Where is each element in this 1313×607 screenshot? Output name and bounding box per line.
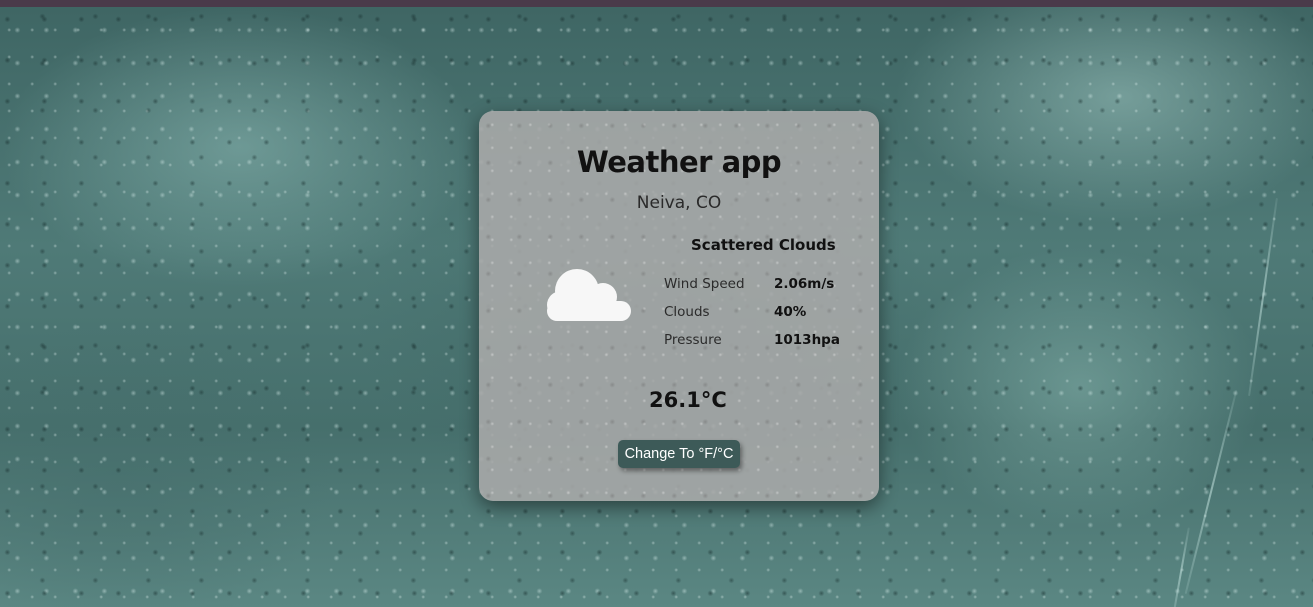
temperature-value: 26.1°C	[649, 388, 727, 412]
weather-description: Scattered Clouds	[691, 236, 836, 254]
location-label: Neiva, CO	[636, 193, 722, 213]
weather-card: Weather app Neiva, CO Scattered Clouds W…	[479, 111, 879, 501]
stat-value: 2.06m/s	[774, 276, 835, 292]
stat-value: 1013hpa	[774, 332, 840, 348]
cloud-icon	[547, 269, 631, 321]
app-title: Weather app	[576, 145, 782, 179]
stat-label: Clouds	[664, 304, 710, 320]
weather-stats: Wind Speed 2.06m/s Clouds 40% Pressure 1…	[664, 274, 864, 358]
stat-label: Wind Speed	[664, 276, 745, 292]
stat-row-clouds: Clouds 40%	[664, 302, 864, 330]
stat-row-wind-speed: Wind Speed 2.06m/s	[664, 274, 864, 302]
stat-row-pressure: Pressure 1013hpa	[664, 330, 864, 358]
unit-toggle-button[interactable]: Change To °F/°C	[618, 440, 740, 468]
stat-label: Pressure	[664, 332, 722, 348]
top-bar	[0, 0, 1313, 7]
stat-value: 40%	[774, 304, 807, 320]
